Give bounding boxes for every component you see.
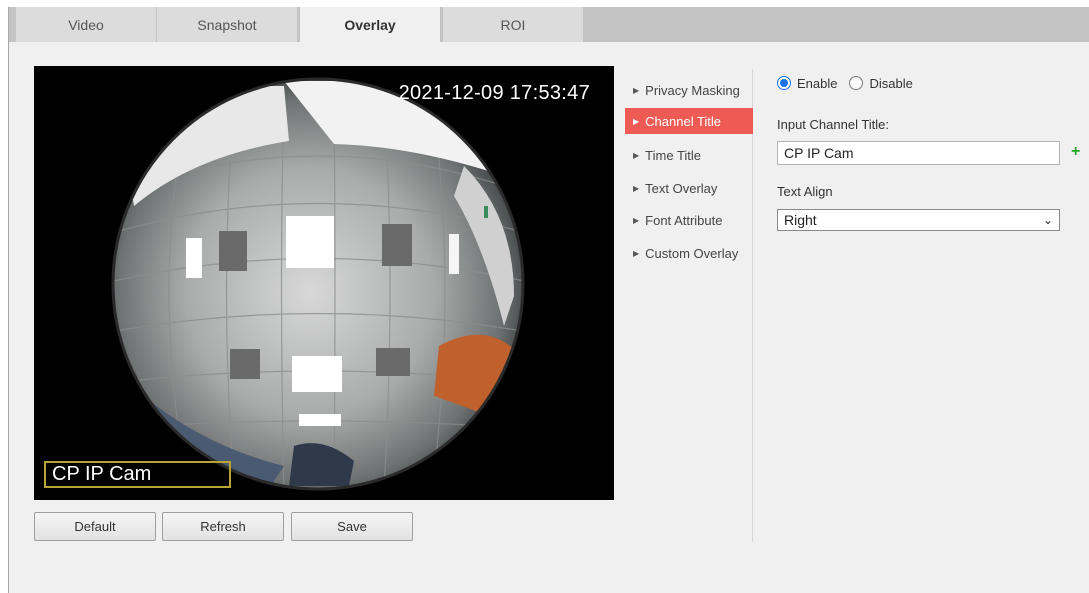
menu-item-label: Time Title [645,147,702,163]
osd-channel-title[interactable]: CP IP Cam [44,461,231,488]
osd-timestamp[interactable]: 2021-12-09 17:53:47 [399,82,590,105]
caret-right-icon: ▶ [633,150,640,160]
overlay-menu: ▶ Privacy Masking ▶ Channel Title ▶ Time… [625,69,753,542]
menu-item-channel-title[interactable]: ▶ Channel Title [625,108,753,134]
menu-item-label: Channel Title [645,113,722,129]
menu-item-custom-overlay[interactable]: ▶ Custom Overlay [625,240,753,266]
text-align-value: Right [784,212,817,228]
tab-overlay[interactable]: Overlay [300,7,440,43]
menu-item-time-title[interactable]: ▶ Time Title [625,142,753,168]
caret-right-icon: ▶ [633,215,640,225]
channel-title-panel: Enable Disable Input Channel Title: CP I… [769,69,1089,269]
input-channel-title-label: Input Channel Title: [777,117,890,132]
caret-right-icon: ▶ [633,85,640,95]
caret-right-icon: ▶ [633,248,640,258]
add-icon[interactable]: + [1071,144,1080,160]
tab-bar: Video Snapshot Overlay ROI [9,7,1089,43]
enable-label[interactable]: Enable [797,76,837,91]
overlay-settings-frame: Video Snapshot Overlay ROI 2021-12-09 17… [8,7,1089,593]
caret-right-icon: ▶ [633,116,640,126]
menu-item-label: Text Overlay [645,180,718,196]
disable-label[interactable]: Disable [869,76,912,91]
fisheye-image [111,77,525,491]
menu-item-privacy-masking[interactable]: ▶ Privacy Masking [625,77,753,103]
channel-title-input[interactable]: CP IP Cam [777,141,1060,165]
chevron-down-icon: ⌄ [1042,213,1053,227]
disable-radio[interactable] [849,76,864,90]
enable-radio-group: Enable Disable [777,73,913,93]
text-align-label: Text Align [777,184,833,199]
refresh-button[interactable]: Refresh [162,512,284,541]
menu-item-label: Privacy Masking [645,82,740,98]
menu-item-text-overlay[interactable]: ▶ Text Overlay [625,175,753,201]
enable-radio[interactable] [777,76,791,90]
tab-snapshot[interactable]: Snapshot [157,7,297,42]
menu-item-label: Custom Overlay [645,245,739,261]
save-button[interactable]: Save [291,512,413,541]
menu-item-label: Font Attribute [645,212,723,228]
default-button[interactable]: Default [34,512,156,541]
caret-right-icon: ▶ [633,183,640,193]
text-align-select[interactable]: Right ⌄ [777,209,1060,231]
tab-roi[interactable]: ROI [443,7,583,42]
tab-video[interactable]: Video [16,7,156,42]
video-preview: 2021-12-09 17:53:47 CP IP Cam [34,66,614,500]
menu-item-font-attribute[interactable]: ▶ Font Attribute [625,207,753,233]
